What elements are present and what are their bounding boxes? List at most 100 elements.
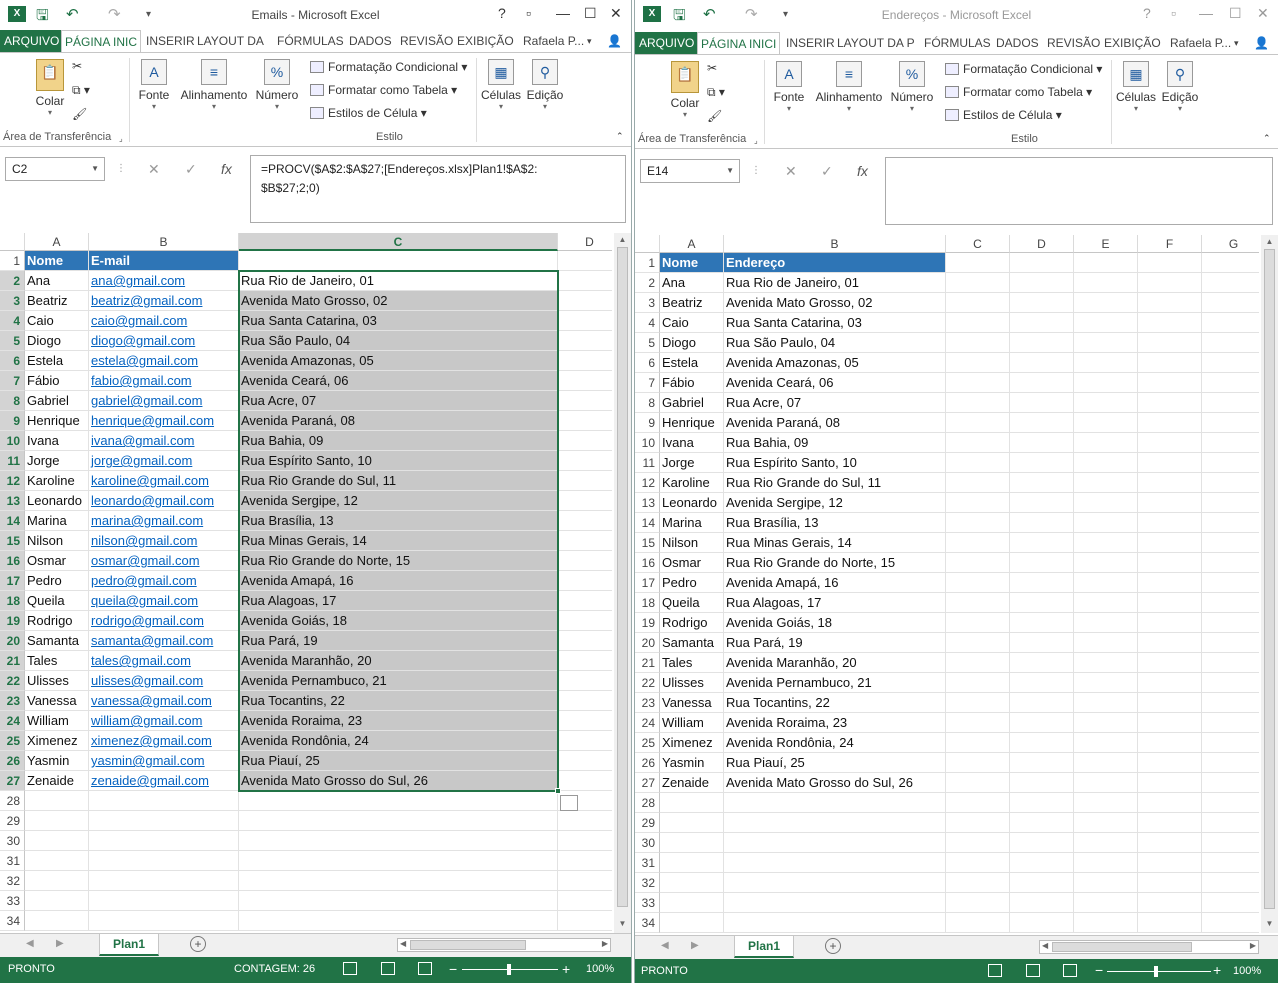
- tab-dados[interactable]: DADOS: [346, 30, 395, 52]
- minimize-icon[interactable]: —: [1199, 5, 1213, 21]
- email-link[interactable]: samanta@gmail.com: [89, 631, 239, 651]
- address-cell[interactable]: Avenida Goiás, 18: [724, 613, 946, 633]
- email-link[interactable]: pedro@gmail.com: [89, 571, 239, 591]
- row-header[interactable]: 23: [635, 693, 660, 713]
- cell[interactable]: [1138, 533, 1202, 553]
- tab-inserir[interactable]: INSERIR: [143, 30, 198, 52]
- cell[interactable]: [660, 833, 724, 853]
- cell[interactable]: [946, 693, 1010, 713]
- row-header[interactable]: 14: [0, 511, 25, 531]
- tab-arquivo[interactable]: ARQUIVO: [635, 32, 699, 54]
- address-cell[interactable]: Rua Piauí, 25: [239, 751, 558, 771]
- row-header[interactable]: 8: [0, 391, 25, 411]
- row-header[interactable]: 33: [0, 891, 25, 911]
- row-header[interactable]: 24: [0, 711, 25, 731]
- cell[interactable]: [1138, 893, 1202, 913]
- cell[interactable]: [89, 791, 239, 811]
- row-header[interactable]: 22: [635, 673, 660, 693]
- name-box[interactable]: E14 ▼: [640, 159, 740, 183]
- cell[interactable]: [1138, 653, 1202, 673]
- cell[interactable]: [1202, 353, 1259, 373]
- cell-styles-button[interactable]: Estilos de Célula ▾: [310, 106, 427, 120]
- row-header[interactable]: 17: [0, 571, 25, 591]
- cell[interactable]: [1074, 653, 1138, 673]
- cell[interactable]: [1202, 573, 1259, 593]
- cell[interactable]: [1138, 733, 1202, 753]
- cell[interactable]: [89, 911, 239, 931]
- scroll-right-icon[interactable]: ▶: [1250, 941, 1256, 950]
- address-cell[interactable]: Rua Minas Gerais, 14: [724, 533, 946, 553]
- prev-sheet-icon[interactable]: ◀: [26, 938, 34, 949]
- cell[interactable]: [558, 411, 612, 431]
- row-header[interactable]: 1: [635, 253, 660, 273]
- cell[interactable]: [1010, 593, 1074, 613]
- cell[interactable]: [1074, 633, 1138, 653]
- cell[interactable]: [1010, 833, 1074, 853]
- cell[interactable]: [1138, 513, 1202, 533]
- cell[interactable]: [25, 811, 89, 831]
- cell[interactable]: [1010, 613, 1074, 633]
- cell[interactable]: [1074, 593, 1138, 613]
- email-link[interactable]: zenaide@gmail.com: [89, 771, 239, 791]
- cell[interactable]: [1202, 893, 1259, 913]
- name-cell[interactable]: Estela: [25, 351, 89, 371]
- next-sheet-icon[interactable]: ▶: [56, 938, 64, 949]
- row-header[interactable]: 21: [0, 651, 25, 671]
- name-cell[interactable]: Vanessa: [25, 691, 89, 711]
- name-cell[interactable]: Tales: [25, 651, 89, 671]
- cell[interactable]: [1138, 853, 1202, 873]
- row-header[interactable]: 4: [635, 313, 660, 333]
- cell[interactable]: [1202, 533, 1259, 553]
- cell[interactable]: [1010, 533, 1074, 553]
- normal-view-icon[interactable]: [343, 962, 357, 975]
- cell[interactable]: [1010, 573, 1074, 593]
- cell[interactable]: [1202, 613, 1259, 633]
- email-link[interactable]: ximenez@gmail.com: [89, 731, 239, 751]
- cell[interactable]: [558, 631, 612, 651]
- cell[interactable]: [239, 871, 558, 891]
- cell[interactable]: [558, 911, 612, 931]
- cell[interactable]: [1202, 393, 1259, 413]
- cell[interactable]: [946, 333, 1010, 353]
- cell[interactable]: [1010, 293, 1074, 313]
- cell[interactable]: [25, 911, 89, 931]
- cell[interactable]: [1138, 633, 1202, 653]
- row-header[interactable]: 15: [635, 533, 660, 553]
- cell[interactable]: [558, 311, 612, 331]
- ribbon-display-icon[interactable]: ▫: [1171, 5, 1176, 21]
- cell[interactable]: [1010, 653, 1074, 673]
- cell[interactable]: [1074, 373, 1138, 393]
- cell[interactable]: [1138, 433, 1202, 453]
- help-icon[interactable]: ?: [1143, 5, 1151, 21]
- name-cell[interactable]: Ana: [25, 271, 89, 291]
- zoom-slider-knob[interactable]: [1154, 966, 1158, 977]
- row-header[interactable]: 22: [0, 671, 25, 691]
- cell[interactable]: [1010, 493, 1074, 513]
- cell[interactable]: [946, 353, 1010, 373]
- email-link[interactable]: gabriel@gmail.com: [89, 391, 239, 411]
- alignment-button[interactable]: ≡ Alinhamento ▾: [813, 61, 885, 114]
- row-header[interactable]: 20: [0, 631, 25, 651]
- address-cell[interactable]: Avenida Pernambuco, 21: [724, 673, 946, 693]
- ribbon-display-icon[interactable]: ▫: [526, 5, 531, 21]
- cell[interactable]: [1010, 433, 1074, 453]
- address-cell[interactable]: Rua Rio Grande do Norte, 15: [724, 553, 946, 573]
- address-cell[interactable]: Rua Rio Grande do Sul, 11: [724, 473, 946, 493]
- name-cell[interactable]: Gabriel: [660, 393, 724, 413]
- cell[interactable]: [1074, 713, 1138, 733]
- name-box[interactable]: C2 ▼: [5, 157, 105, 181]
- zoom-slider[interactable]: [1107, 971, 1211, 972]
- email-link[interactable]: diogo@gmail.com: [89, 331, 239, 351]
- scroll-down-icon[interactable]: ▼: [1261, 919, 1278, 928]
- cell[interactable]: [946, 593, 1010, 613]
- number-button[interactable]: % Número ▾: [889, 61, 935, 114]
- cell[interactable]: [1138, 593, 1202, 613]
- cell[interactable]: [1074, 813, 1138, 833]
- row-header[interactable]: 7: [635, 373, 660, 393]
- tab-inserir[interactable]: INSERIR: [783, 32, 838, 54]
- cell[interactable]: [1202, 693, 1259, 713]
- name-cell[interactable]: Pedro: [660, 573, 724, 593]
- cell[interactable]: [239, 891, 558, 911]
- tab-dados[interactable]: DADOS: [993, 32, 1042, 54]
- font-button[interactable]: A Fonte ▾: [134, 59, 174, 112]
